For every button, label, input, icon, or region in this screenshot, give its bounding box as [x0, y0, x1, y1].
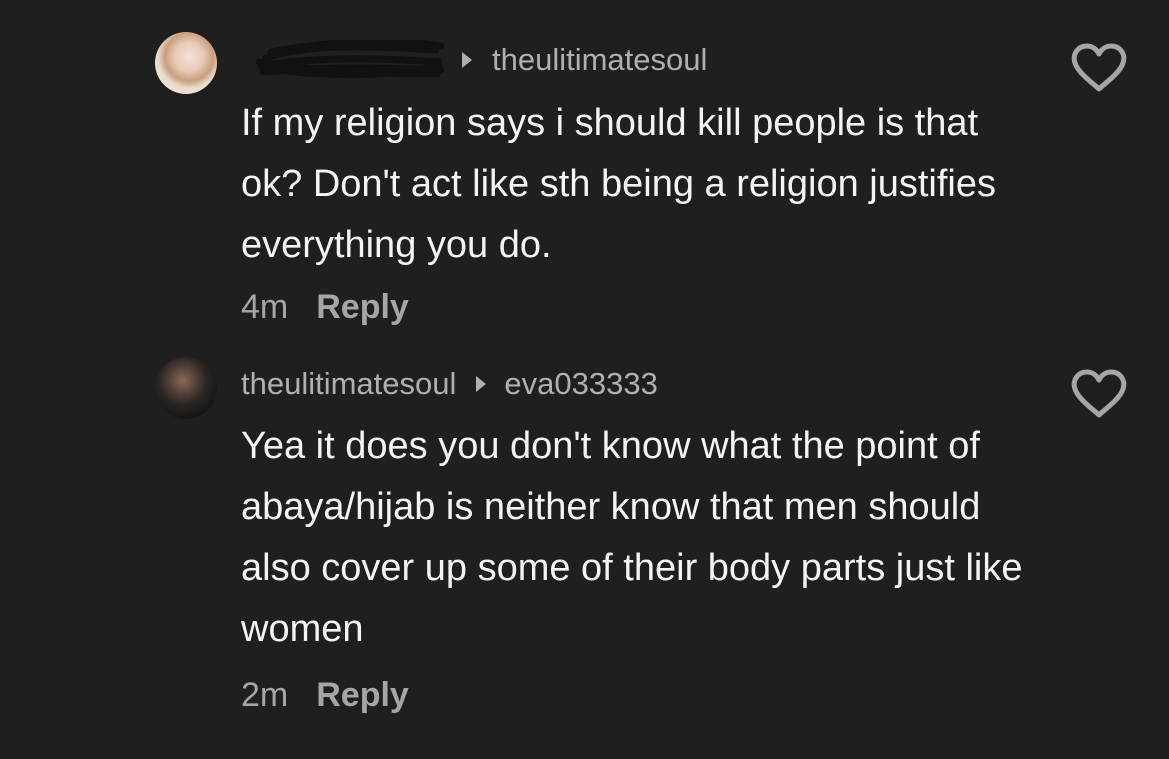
avatar[interactable] [155, 32, 217, 94]
reply-button[interactable]: Reply [316, 676, 409, 715]
caret-right-icon [476, 376, 487, 392]
comment-time: 4m [241, 288, 289, 326]
comment-text: If my religion says i should kill people… [241, 102, 996, 266]
like-button[interactable] [1070, 368, 1128, 420]
avatar[interactable] [155, 357, 217, 419]
reply-to-username[interactable]: theulitimatesoul [492, 42, 707, 78]
comment: theulitimatesoul If my religion says i s… [0, 0, 1169, 340]
comment: theulitimatesoul eva033333 Yea it does y… [0, 340, 1169, 759]
comment-header: theulitimatesoul [241, 38, 707, 80]
reply-button[interactable]: Reply [316, 288, 409, 327]
comment-text: Yea it does you don't know what the poin… [241, 425, 1023, 650]
comment-header: theulitimatesoul eva033333 [241, 364, 658, 404]
redaction-scribble [255, 38, 445, 79]
comment-meta: 2m Reply [241, 676, 409, 715]
heart-outline-icon [1071, 43, 1127, 92]
reply-to-username[interactable]: eva033333 [504, 366, 657, 402]
comment-time: 2m [241, 676, 289, 714]
like-button[interactable] [1070, 42, 1128, 94]
heart-outline-icon [1071, 369, 1127, 418]
comment-meta: 4m Reply [241, 288, 409, 327]
redacted-username [241, 38, 446, 80]
comment-author[interactable]: theulitimatesoul [241, 366, 456, 402]
caret-right-icon [462, 52, 472, 68]
